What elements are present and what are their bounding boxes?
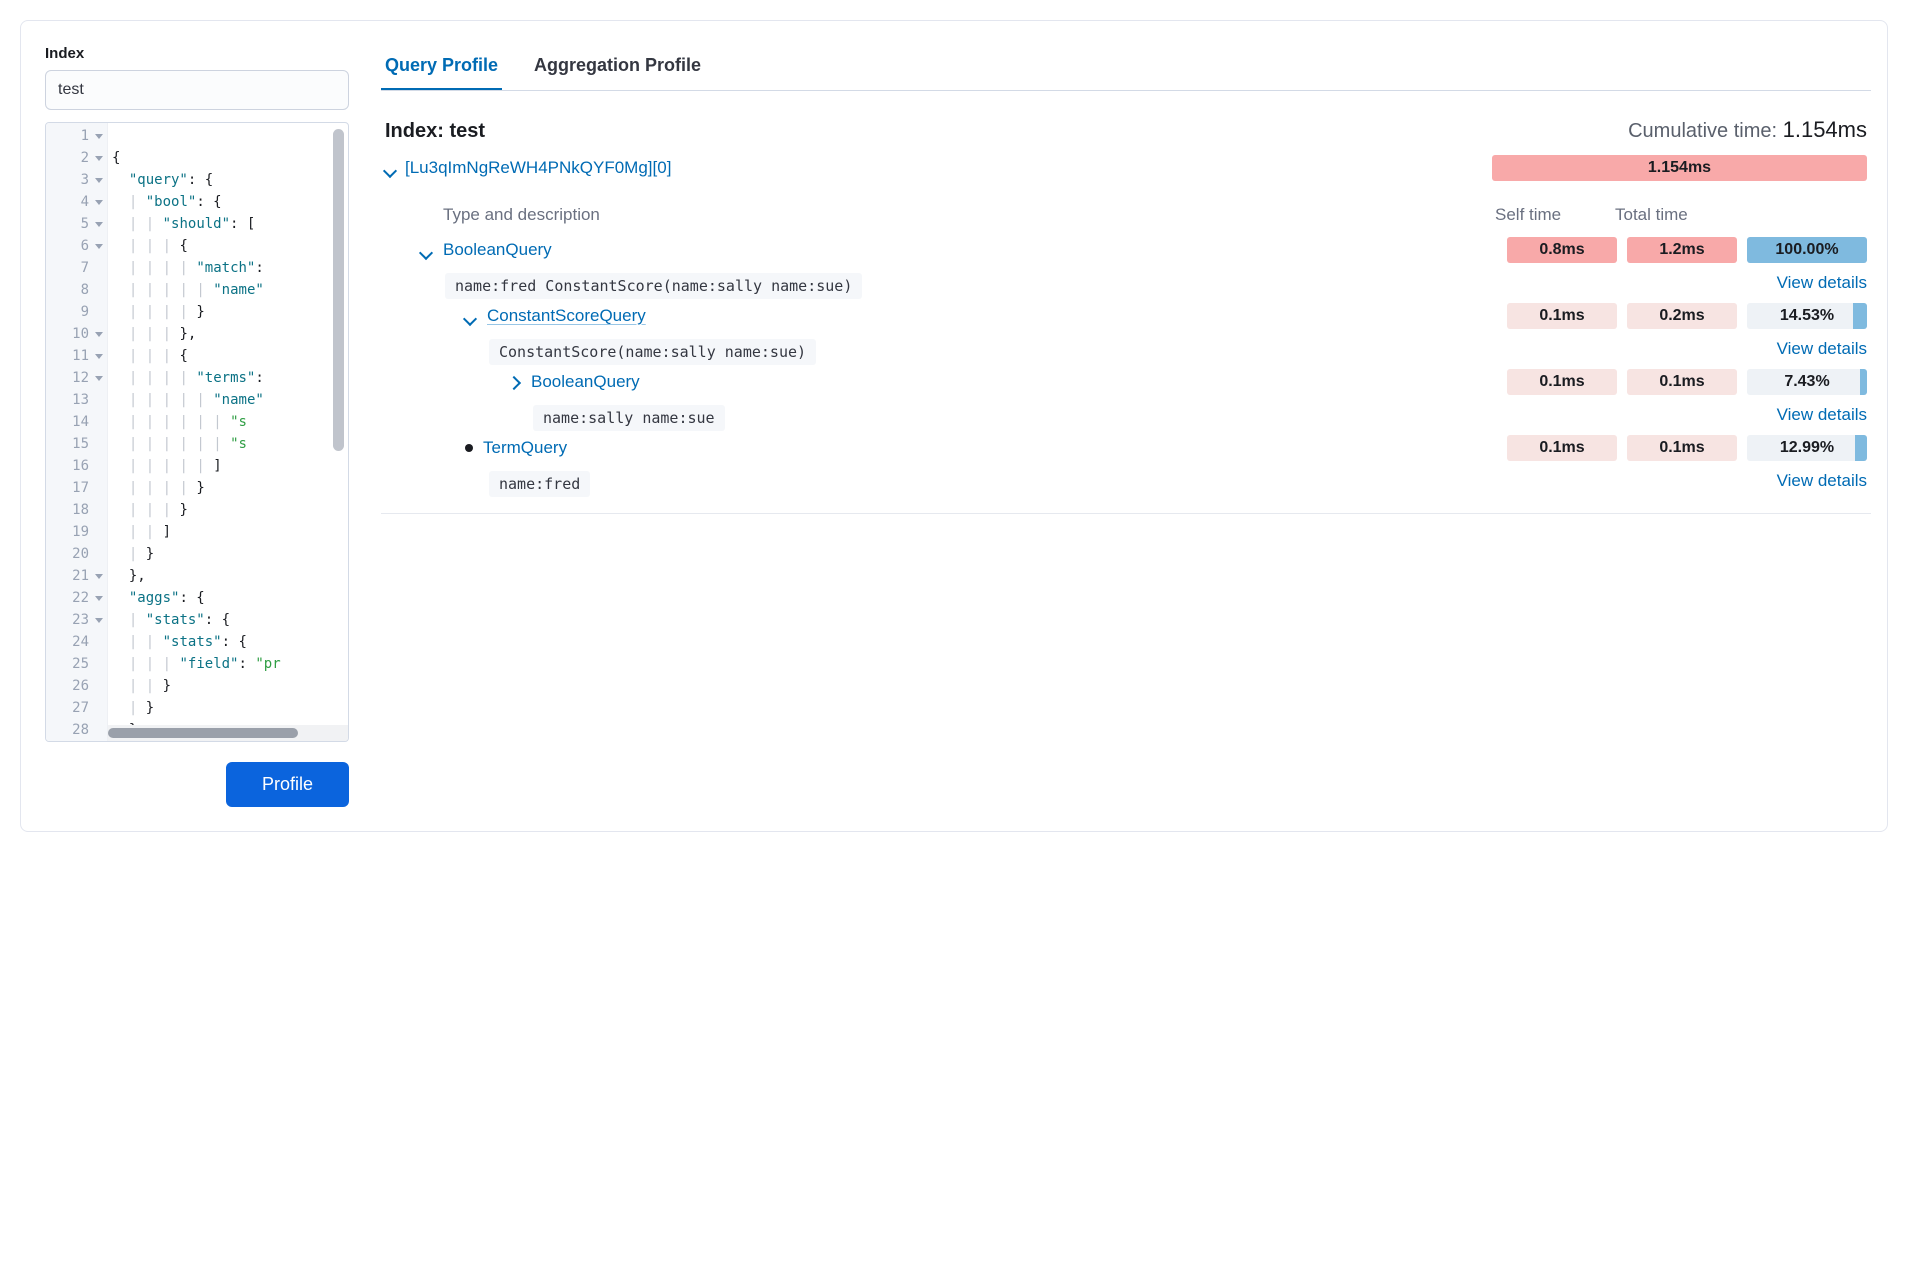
view-details-link[interactable]: View details (1747, 335, 1867, 363)
line-number: 27 (46, 697, 107, 719)
line-number: 24 (46, 631, 107, 653)
tree-node: TermQuery 0.1ms 0.1ms 12.99% (385, 433, 1867, 463)
node-name: ConstantScoreQuery (487, 306, 646, 326)
tree-node-description-row: name:sally name:sue View details (385, 397, 1867, 433)
shard-label: [Lu3qImNgReWH4PNkQYF0Mg][0] (405, 158, 671, 178)
percentage: 7.43% (1747, 369, 1867, 395)
index-title: Index: test (385, 120, 485, 143)
node-toggle[interactable]: TermQuery (465, 438, 1507, 458)
profile-panel: Index 1234567891011121314151617181920212… (20, 20, 1888, 832)
line-number: 12 (46, 367, 107, 389)
node-name: BooleanQuery (443, 240, 552, 260)
node-name: BooleanQuery (531, 372, 640, 392)
line-number: 16 (46, 455, 107, 477)
total-time: 0.2ms (1627, 303, 1737, 329)
col-type-description: Type and description (385, 205, 1495, 225)
tree-node-description-row: name:fred View details (385, 463, 1867, 499)
line-number: 11 (46, 345, 107, 367)
shard-toggle[interactable]: [Lu3qImNgReWH4PNkQYF0Mg][0] (385, 158, 671, 178)
line-number: 25 (46, 653, 107, 675)
profile-button[interactable]: Profile (226, 762, 349, 807)
editor-code[interactable]: { "query": { | "bool": { | | "should": [… (108, 123, 348, 725)
cumulative-time-label: Cumulative time: (1628, 120, 1783, 142)
line-number: 19 (46, 521, 107, 543)
vertical-scrollbar[interactable] (333, 129, 344, 451)
line-number: 8 (46, 279, 107, 301)
self-time: 0.8ms (1507, 237, 1617, 263)
line-number: 14 (46, 411, 107, 433)
bullet-icon (465, 444, 473, 452)
line-number: 1 (46, 125, 107, 147)
node-description: ConstantScore(name:sally name:sue) (489, 339, 816, 365)
line-number: 6 (46, 235, 107, 257)
view-details-link[interactable]: View details (1747, 467, 1867, 495)
self-time: 0.1ms (1507, 435, 1617, 461)
self-time: 0.1ms (1507, 369, 1617, 395)
col-total-time: Total time (1615, 205, 1747, 225)
tab-query-profile[interactable]: Query Profile (381, 45, 502, 90)
line-number: 2 (46, 147, 107, 169)
index-title-prefix: Index: (385, 120, 449, 142)
node-toggle[interactable]: BooleanQuery (421, 240, 1507, 260)
columns-header: Type and description Self time Total tim… (381, 191, 1871, 235)
tree-node-description-row: ConstantScore(name:sally name:sue) View d… (385, 331, 1867, 367)
right-panel: Query Profile Aggregation Profile Index:… (381, 45, 1879, 807)
percentage: 14.53% (1747, 303, 1867, 329)
line-number: 15 (46, 433, 107, 455)
horizontal-scrollbar[interactable] (108, 725, 348, 741)
line-number: 22 (46, 587, 107, 609)
editor-gutter: 1234567891011121314151617181920212223242… (46, 123, 108, 741)
node-name: TermQuery (483, 438, 567, 458)
line-number: 7 (46, 257, 107, 279)
tree-node-description-row: name:fred ConstantScore(name:sally name:… (385, 265, 1867, 301)
total-time: 1.2ms (1627, 237, 1737, 263)
view-details-link[interactable]: View details (1747, 401, 1867, 429)
tree-node: ConstantScoreQuery 0.1ms 0.2ms 14.53% (385, 301, 1867, 331)
tabs: Query Profile Aggregation Profile (381, 45, 1871, 91)
total-time: 0.1ms (1627, 369, 1737, 395)
index-input[interactable] (45, 70, 349, 110)
node-toggle[interactable]: BooleanQuery (509, 372, 1507, 392)
view-details-link[interactable]: View details (1747, 269, 1867, 297)
line-number: 5 (46, 213, 107, 235)
node-toggle[interactable]: ConstantScoreQuery (465, 306, 1507, 326)
percentage: 12.99% (1747, 435, 1867, 461)
col-self-time: Self time (1495, 205, 1615, 225)
shard-time: 1.154ms (1492, 155, 1867, 181)
line-number: 23 (46, 609, 107, 631)
line-number: 10 (46, 323, 107, 345)
query-tree: BooleanQuery 0.8ms 1.2ms 100.00% name:fred C… (381, 235, 1871, 514)
self-time: 0.1ms (1507, 303, 1617, 329)
query-editor[interactable]: 1234567891011121314151617181920212223242… (45, 122, 349, 742)
line-number: 18 (46, 499, 107, 521)
line-number: 17 (46, 477, 107, 499)
tree-node: BooleanQuery 0.1ms 0.1ms 7.43% (385, 367, 1867, 397)
cumulative-time-value: 1.154ms (1783, 117, 1867, 142)
node-description: name:fred (489, 471, 590, 497)
line-number: 13 (46, 389, 107, 411)
line-number: 4 (46, 191, 107, 213)
total-time: 0.1ms (1627, 435, 1737, 461)
line-number: 20 (46, 543, 107, 565)
horizontal-scrollbar-thumb[interactable] (108, 728, 298, 738)
line-number: 26 (46, 675, 107, 697)
line-number: 3 (46, 169, 107, 191)
line-number: 28 (46, 719, 107, 741)
index-label: Index (45, 45, 349, 62)
cumulative-time: Cumulative time: 1.154ms (1628, 117, 1867, 143)
line-number: 9 (46, 301, 107, 323)
line-number: 21 (46, 565, 107, 587)
tab-aggregation-profile[interactable]: Aggregation Profile (530, 45, 705, 90)
tree-node: BooleanQuery 0.8ms 1.2ms 100.00% (385, 235, 1867, 265)
percentage: 100.00% (1747, 237, 1867, 263)
left-panel: Index 1234567891011121314151617181920212… (29, 45, 349, 807)
index-name: test (449, 120, 485, 142)
node-description: name:fred ConstantScore(name:sally name:… (445, 273, 862, 299)
node-description: name:sally name:sue (533, 405, 725, 431)
